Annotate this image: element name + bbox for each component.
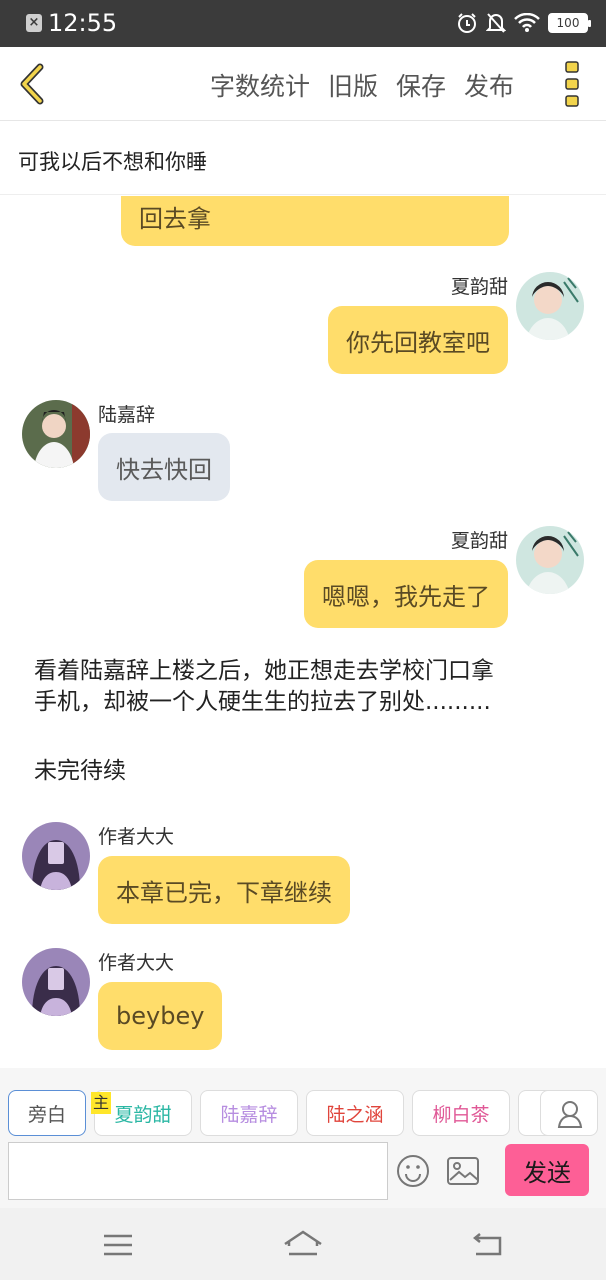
status-icons: 100 xyxy=(456,11,591,35)
role-tab-label: 柳白茶 xyxy=(432,1103,490,1126)
sender-name: 夏韵甜 xyxy=(450,276,508,298)
wifi-icon xyxy=(514,13,540,32)
avatar[interactable] xyxy=(22,948,90,1016)
role-tab-character[interactable]: 陆之涵 xyxy=(306,1090,404,1136)
role-tab-label: 陆嘉辞 xyxy=(220,1103,278,1126)
narration-text[interactable]: 看着陆嘉辞上楼之后，她正想走去学校门口拿 手机，却被一个人硬生生的拉去了别处..… xyxy=(34,656,494,718)
message-text: beybey xyxy=(116,1002,205,1030)
message-text: 回去拿 xyxy=(139,204,211,233)
avatar[interactable] xyxy=(22,400,90,468)
sender-name: 夏韵甜 xyxy=(450,530,508,552)
role-tab-label: 旁白 xyxy=(27,1103,66,1126)
back-arrow-icon[interactable] xyxy=(14,63,50,105)
role-tab-character[interactable]: 柳白茶 xyxy=(412,1090,510,1136)
send-button[interactable]: 发送 xyxy=(505,1144,589,1196)
role-tab-label: 夏韵甜 xyxy=(114,1103,172,1126)
menu-icon[interactable] xyxy=(98,1228,138,1262)
message-bubble[interactable]: 本章已完，下章继续 xyxy=(98,856,350,924)
status-bar: × 12:55 100 xyxy=(0,0,606,47)
composer-panel: 旁白 夏韵甜 主 陆嘉辞 陆之涵 柳白茶 发送 xyxy=(0,1068,606,1208)
more-vertical-icon[interactable] xyxy=(564,60,580,108)
sender-name: 作者大大 xyxy=(98,826,175,848)
avatar[interactable] xyxy=(516,272,584,340)
narration-line: 看着陆嘉辞上楼之后，她正想走去学校门口拿 xyxy=(34,658,494,684)
message-text: 你先回教室吧 xyxy=(346,328,490,357)
avatar[interactable] xyxy=(22,822,90,890)
alarm-icon xyxy=(458,13,476,33)
emoji-icon[interactable] xyxy=(396,1154,430,1188)
role-tab-character[interactable]: 陆嘉辞 xyxy=(200,1090,298,1136)
save-button[interactable]: 保存 xyxy=(396,67,446,103)
message-text: 本章已完，下章继续 xyxy=(116,878,332,907)
narration-line: 手机，却被一个人硬生生的拉去了别处......... xyxy=(34,689,491,715)
mute-icon xyxy=(486,13,506,33)
publish-button[interactable]: 发布 xyxy=(464,67,514,103)
narration-text[interactable]: 未完待续 xyxy=(34,756,126,787)
message-bubble[interactable]: 嗯嗯，我先走了 xyxy=(304,560,508,628)
system-navigation-bar xyxy=(0,1208,606,1280)
message-bubble[interactable]: 快去快回 xyxy=(98,433,230,501)
status-time: 12:55 xyxy=(48,9,118,37)
sender-name: 陆嘉辞 xyxy=(98,404,156,426)
chapter-title: 可我以后不想和你睡 xyxy=(18,150,207,174)
return-icon[interactable] xyxy=(468,1228,508,1262)
message-text: 嗯嗯，我先走了 xyxy=(322,582,490,611)
message-bubble[interactable]: beybey xyxy=(98,982,223,1050)
home-icon[interactable] xyxy=(283,1228,323,1262)
character-manage-button[interactable] xyxy=(540,1090,598,1136)
chat-scroll-area[interactable]: 回去拿 夏韵甜 你先回教室吧 陆嘉辞 快去快回 夏韵甜 嗯嗯，我先走了 看着陆嘉… xyxy=(0,196,606,1068)
old-version-button[interactable]: 旧版 xyxy=(328,67,378,103)
notification-icon: × xyxy=(26,14,42,32)
toolbar-actions: 字数统计 旧版 保存 发布 xyxy=(210,67,514,103)
message-input[interactable] xyxy=(8,1142,388,1200)
main-character-badge: 主 xyxy=(91,1092,111,1114)
profile-icon xyxy=(557,1101,583,1128)
message-bubble[interactable]: 回去拿 xyxy=(121,196,509,246)
word-count-button[interactable]: 字数统计 xyxy=(210,67,310,103)
sender-name: 作者大大 xyxy=(98,952,175,974)
chapter-title-bar[interactable]: 可我以后不想和你睡 xyxy=(0,122,606,195)
role-tab-narrator[interactable]: 旁白 xyxy=(8,1090,86,1136)
battery-indicator: 100 xyxy=(548,13,591,33)
editor-toolbar: 字数统计 旧版 保存 发布 xyxy=(0,47,606,121)
avatar[interactable] xyxy=(516,526,584,594)
role-tab-label: 陆之涵 xyxy=(326,1103,384,1126)
message-bubble[interactable]: 你先回教室吧 xyxy=(328,306,508,374)
image-icon[interactable] xyxy=(446,1156,480,1186)
message-text: 快去快回 xyxy=(116,455,212,484)
